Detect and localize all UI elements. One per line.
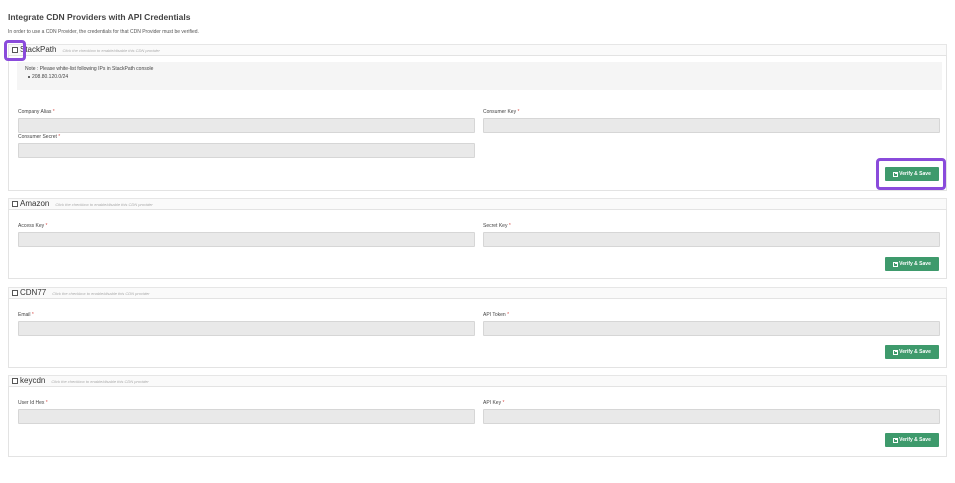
amazon-verify-save-button[interactable]: Verify & Save — [885, 257, 939, 271]
provider-name-amazon: Amazon — [20, 199, 50, 208]
provider-header-amazon: Amazon Click the checkbox to enable/disa… — [8, 198, 947, 209]
api-key-label: API Key * — [483, 400, 505, 406]
company-alias-input[interactable] — [18, 118, 475, 133]
consumer-secret-input[interactable] — [18, 143, 475, 158]
provider-hint-keycdn: Click the checkbox to enable/disable thi… — [51, 378, 149, 384]
consumer-secret-label: Consumer Secret * — [18, 134, 61, 140]
provider-card-cdn77: Email * API Token * Verify & Save — [8, 298, 947, 368]
verify-save-label: Verify & Save — [899, 261, 931, 267]
user-id-hex-input[interactable] — [18, 409, 475, 424]
access-key-label: Access Key * — [18, 223, 48, 229]
secret-key-input[interactable] — [483, 232, 940, 247]
email-label: Email * — [18, 312, 34, 318]
page-subtext: In order to use a CDN Provider, the cred… — [8, 29, 199, 35]
secret-key-label: Secret Key * — [483, 223, 511, 229]
keycdn-enable-checkbox[interactable] — [12, 378, 18, 384]
floppy-disk-icon — [893, 261, 899, 267]
provider-header-stackpath: StackPath Click the checkbox to enable/d… — [8, 44, 947, 55]
page-title: Integrate CDN Providers with API Credent… — [8, 12, 191, 22]
floppy-disk-icon — [893, 349, 899, 355]
consumer-key-label: Consumer Key * — [483, 109, 520, 115]
provider-hint-amazon: Click the checkbox to enable/disable thi… — [55, 201, 153, 207]
verify-save-label: Verify & Save — [899, 171, 931, 177]
company-alias-label: Company Alias * — [18, 109, 55, 115]
keycdn-verify-save-button[interactable]: Verify & Save — [885, 433, 939, 447]
note-title: Note : Please white-list following IPs i… — [25, 66, 154, 72]
cdn77-enable-checkbox[interactable] — [12, 290, 18, 296]
provider-header-keycdn: keycdn Click the checkbox to enable/disa… — [8, 375, 947, 386]
provider-hint-stackpath: Click the checkbox to enable/disable thi… — [62, 47, 160, 53]
floppy-disk-icon — [893, 171, 899, 177]
provider-name-stackpath: StackPath — [20, 45, 57, 54]
stackpath-ip-note: Note : Please white-list following IPs i… — [17, 62, 942, 90]
floppy-disk-icon — [893, 437, 899, 443]
consumer-key-input[interactable] — [483, 118, 940, 133]
provider-hint-cdn77: Click the checkbox to enable/disable thi… — [52, 290, 150, 296]
stackpath-enable-checkbox[interactable] — [12, 47, 18, 53]
note-ip-item: 208.80.120.0/24 — [25, 74, 934, 80]
provider-card-stackpath: Note : Please white-list following IPs i… — [8, 55, 947, 191]
verify-save-label: Verify & Save — [899, 437, 931, 443]
provider-card-keycdn: User Id Hex * API Key * Verify & Save — [8, 386, 947, 457]
provider-name-keycdn: keycdn — [20, 376, 46, 385]
provider-name-cdn77: CDN77 — [20, 288, 47, 297]
access-key-input[interactable] — [18, 232, 475, 247]
user-id-hex-label: User Id Hex * — [18, 400, 48, 406]
amazon-enable-checkbox[interactable] — [12, 201, 18, 207]
stackpath-verify-save-button[interactable]: Verify & Save — [885, 167, 939, 181]
api-token-label: API Token * — [483, 312, 510, 318]
verify-save-label: Verify & Save — [899, 349, 931, 355]
cdn77-verify-save-button[interactable]: Verify & Save — [885, 345, 939, 359]
provider-card-amazon: Access Key * Secret Key * Verify & Save — [8, 209, 947, 279]
cdn-integration-page: Integrate CDN Providers with API Credent… — [0, 0, 955, 483]
api-token-input[interactable] — [483, 321, 940, 336]
email-input[interactable] — [18, 321, 475, 336]
provider-header-cdn77: CDN77 Click the checkbox to enable/disab… — [8, 287, 947, 298]
api-key-input[interactable] — [483, 409, 940, 424]
